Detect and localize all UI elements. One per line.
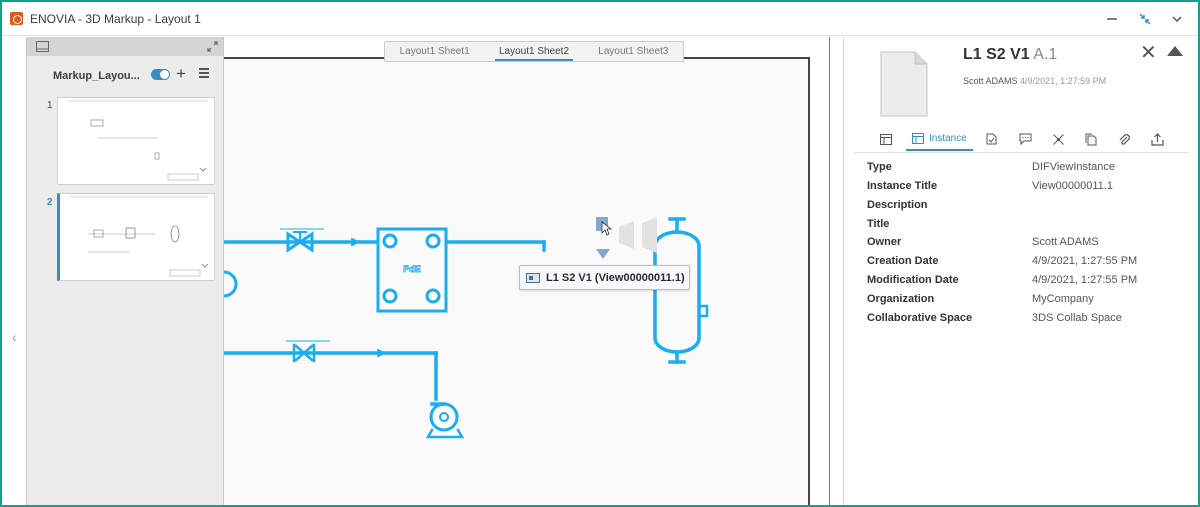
property-key: Collaborative Space [867, 312, 973, 324]
chevron-down-icon [1172, 16, 1182, 23]
thumbnail-preview [70, 196, 209, 277]
tab-instance-label: Instance [929, 132, 967, 144]
properties-tabs: Instance [870, 127, 1175, 151]
page-number: 2 [47, 197, 53, 208]
close-icon[interactable]: ✕ [1140, 40, 1157, 65]
property-value: MyCompany [1032, 293, 1094, 305]
document-tab-icon[interactable] [986, 127, 997, 151]
property-key: Title [867, 218, 890, 230]
property-value: DIFViewInstance [1032, 161, 1115, 173]
sheet-thumbnail-1[interactable] [57, 97, 215, 185]
property-value: View00000011.1 [1032, 180, 1113, 192]
chevron-left-icon[interactable]: ‹ [12, 329, 17, 345]
thumbnails-menu-icon[interactable] [199, 68, 209, 78]
collapse-arrows-icon [1139, 13, 1151, 25]
property-row: Collaborative Space 3DS Collab Space [867, 312, 1187, 330]
panel-icon[interactable] [36, 41, 49, 52]
sheet-tabs: Layout1 Sheet1 Layout1 Sheet2 Layout1 Sh… [384, 41, 684, 62]
share-icon[interactable] [1151, 127, 1164, 151]
property-key: Type [867, 161, 892, 173]
sheet-thumbnail-2[interactable] [57, 193, 215, 281]
property-value: 3DS Collab Space [1032, 312, 1122, 324]
table-icon[interactable] [880, 127, 892, 151]
attachment-icon[interactable] [1118, 127, 1130, 151]
view-instance-icon [526, 272, 540, 283]
instance-icon [912, 132, 924, 144]
property-value: Scott ADAMS [1032, 236, 1099, 248]
title-bar: ENOVIA - 3D Markup - Layout 1 [2, 2, 1198, 36]
property-key: Organization [867, 293, 935, 305]
drawing-sheet: PdE [224, 57, 810, 507]
restore-button[interactable] [1134, 8, 1156, 30]
minimize-button[interactable] [1101, 8, 1123, 30]
object-title: L1 S2 V1 A.1 [963, 46, 1057, 64]
tab-sheet3[interactable]: Layout1 Sheet3 [594, 42, 672, 61]
sheet-border [829, 37, 830, 505]
comment-icon[interactable] [1019, 127, 1032, 151]
window-menu-button[interactable] [1166, 8, 1188, 30]
property-key: Modification Date [867, 274, 959, 286]
app-window: ENOVIA - 3D Markup - Layout 1 ‹ Markup_L… [0, 0, 1200, 507]
tab-sheet1[interactable]: Layout1 Sheet1 [396, 42, 474, 61]
thumbnails-header [27, 37, 223, 56]
property-row: Modification Date 4/9/2021, 1:27:55 PM [867, 274, 1187, 292]
collapse-up-icon[interactable] [1167, 46, 1183, 56]
window-title: ENOVIA - 3D Markup - Layout 1 [30, 12, 201, 26]
drawing-canvas[interactable]: PdE Layout1 Sheet1 Layout1 Sheet2 Layout… [224, 37, 843, 507]
property-row: Instance Title View00000011.1 [867, 180, 1187, 198]
object-revision: A.1 [1033, 46, 1058, 63]
add-sheet-button[interactable]: + [176, 64, 186, 84]
property-row: Description [867, 199, 1187, 217]
property-row: Type DIFViewInstance [867, 161, 1187, 179]
property-key: Creation Date [867, 255, 939, 267]
property-row: Owner Scott ADAMS [867, 236, 1187, 254]
property-key: Description [867, 199, 928, 211]
visibility-toggle[interactable] [151, 69, 170, 80]
view-tooltip: L1 S2 V1 (View00000011.1) [519, 265, 690, 290]
property-row: Organization MyCompany [867, 293, 1187, 311]
layout-name: Markup_Layou... [53, 70, 140, 82]
object-name: L1 S2 V1 [963, 46, 1030, 63]
properties-panel: L1 S2 V1 A.1 Scott ADAMS 4/9/2021, 1:27:… [843, 37, 1198, 505]
piping-diagram[interactable]: PdE [224, 59, 810, 507]
object-subtitle: Scott ADAMS 4/9/2021, 1:27:59 PM [963, 76, 1106, 86]
object-author: Scott ADAMS [963, 76, 1018, 86]
property-key: Owner [867, 236, 902, 248]
files-icon[interactable] [1085, 127, 1097, 151]
page-number: 1 [47, 100, 53, 111]
expand-icon[interactable] [207, 41, 218, 52]
equipment-label: PdE [403, 264, 421, 274]
tabs-divider [854, 152, 1189, 153]
tab-sheet2[interactable]: Layout1 Sheet2 [494, 42, 574, 61]
left-gutter: ‹ [2, 37, 26, 505]
tooltip-text: L1 S2 V1 (View00000011.1) [546, 271, 685, 284]
app-logo-icon [10, 12, 23, 25]
minimize-icon [1107, 18, 1117, 20]
thumbnails-panel: Markup_Layou... + 1 2 [26, 37, 224, 505]
property-row: Title [867, 218, 1187, 236]
property-key: Instance Title [867, 180, 938, 192]
document-icon [880, 51, 928, 117]
property-value: 4/9/2021, 1:27:55 PM [1032, 255, 1138, 267]
relations-icon[interactable] [1052, 127, 1065, 151]
property-value: 4/9/2021, 1:27:55 PM [1032, 274, 1138, 286]
thumbnail-preview [68, 100, 208, 181]
tab-instance[interactable]: Instance [906, 127, 973, 151]
object-timestamp: 4/9/2021, 1:27:59 PM [1020, 76, 1107, 86]
property-row: Creation Date 4/9/2021, 1:27:55 PM [867, 255, 1187, 273]
